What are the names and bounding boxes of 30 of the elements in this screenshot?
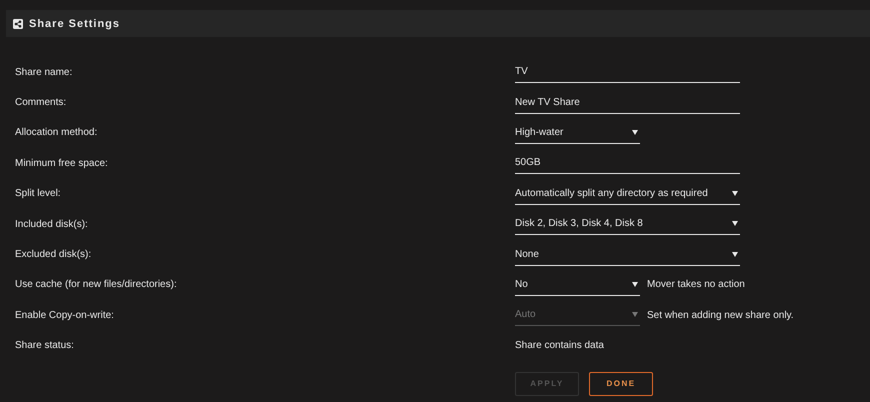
hint-text: Mover takes no action — [647, 279, 745, 290]
field-label: Share status: — [15, 340, 75, 352]
input-field[interactable]: New TV Share — [515, 92, 740, 114]
field-label: Excluded disk(s): — [15, 249, 92, 260]
caret-icon — [732, 221, 738, 226]
input-field[interactable]: TV — [515, 61, 740, 84]
done-button[interactable]: DONE — [589, 372, 653, 396]
caret-icon — [632, 282, 638, 287]
status-text: Share contains data — [515, 340, 604, 352]
input-field[interactable]: 50GB — [515, 152, 740, 174]
dropdown[interactable]: High-water — [515, 122, 640, 144]
dropdown[interactable]: Disk 2, Disk 3, Disk 4, Disk 8 — [515, 213, 740, 236]
share-icon — [13, 18, 23, 28]
dropdown[interactable]: Automatically split any directory as required — [515, 182, 740, 205]
section-title: Share Settings — [29, 18, 120, 30]
caret-icon — [632, 130, 638, 135]
field-label: Enable Copy-on-write: — [15, 310, 115, 321]
field-label: Allocation method: — [15, 127, 98, 138]
field-label: Split level: — [15, 188, 62, 200]
field-label: Included disk(s): — [15, 218, 89, 230]
field-label: Share name: — [15, 66, 74, 78]
caret-icon — [632, 312, 638, 318]
field-label: Minimum free space: — [15, 158, 109, 169]
field-label: Use cache (for new files/directories): — [15, 279, 178, 290]
hint-text: Set when adding new share only. — [647, 310, 794, 321]
dropdown[interactable]: None — [515, 244, 740, 266]
dropdown[interactable]: No — [515, 274, 640, 296]
field-label: Comments: — [15, 97, 68, 108]
caret-icon — [732, 190, 738, 196]
caret-icon — [732, 252, 738, 257]
